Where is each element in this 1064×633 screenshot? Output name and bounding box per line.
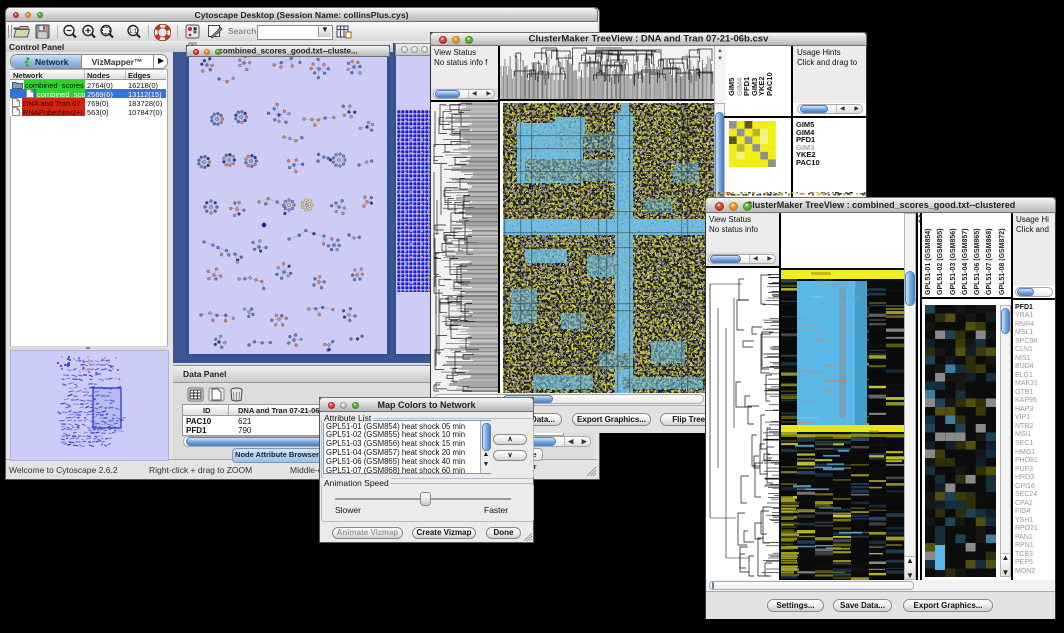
svg-text:1:1: 1:1	[129, 29, 138, 35]
